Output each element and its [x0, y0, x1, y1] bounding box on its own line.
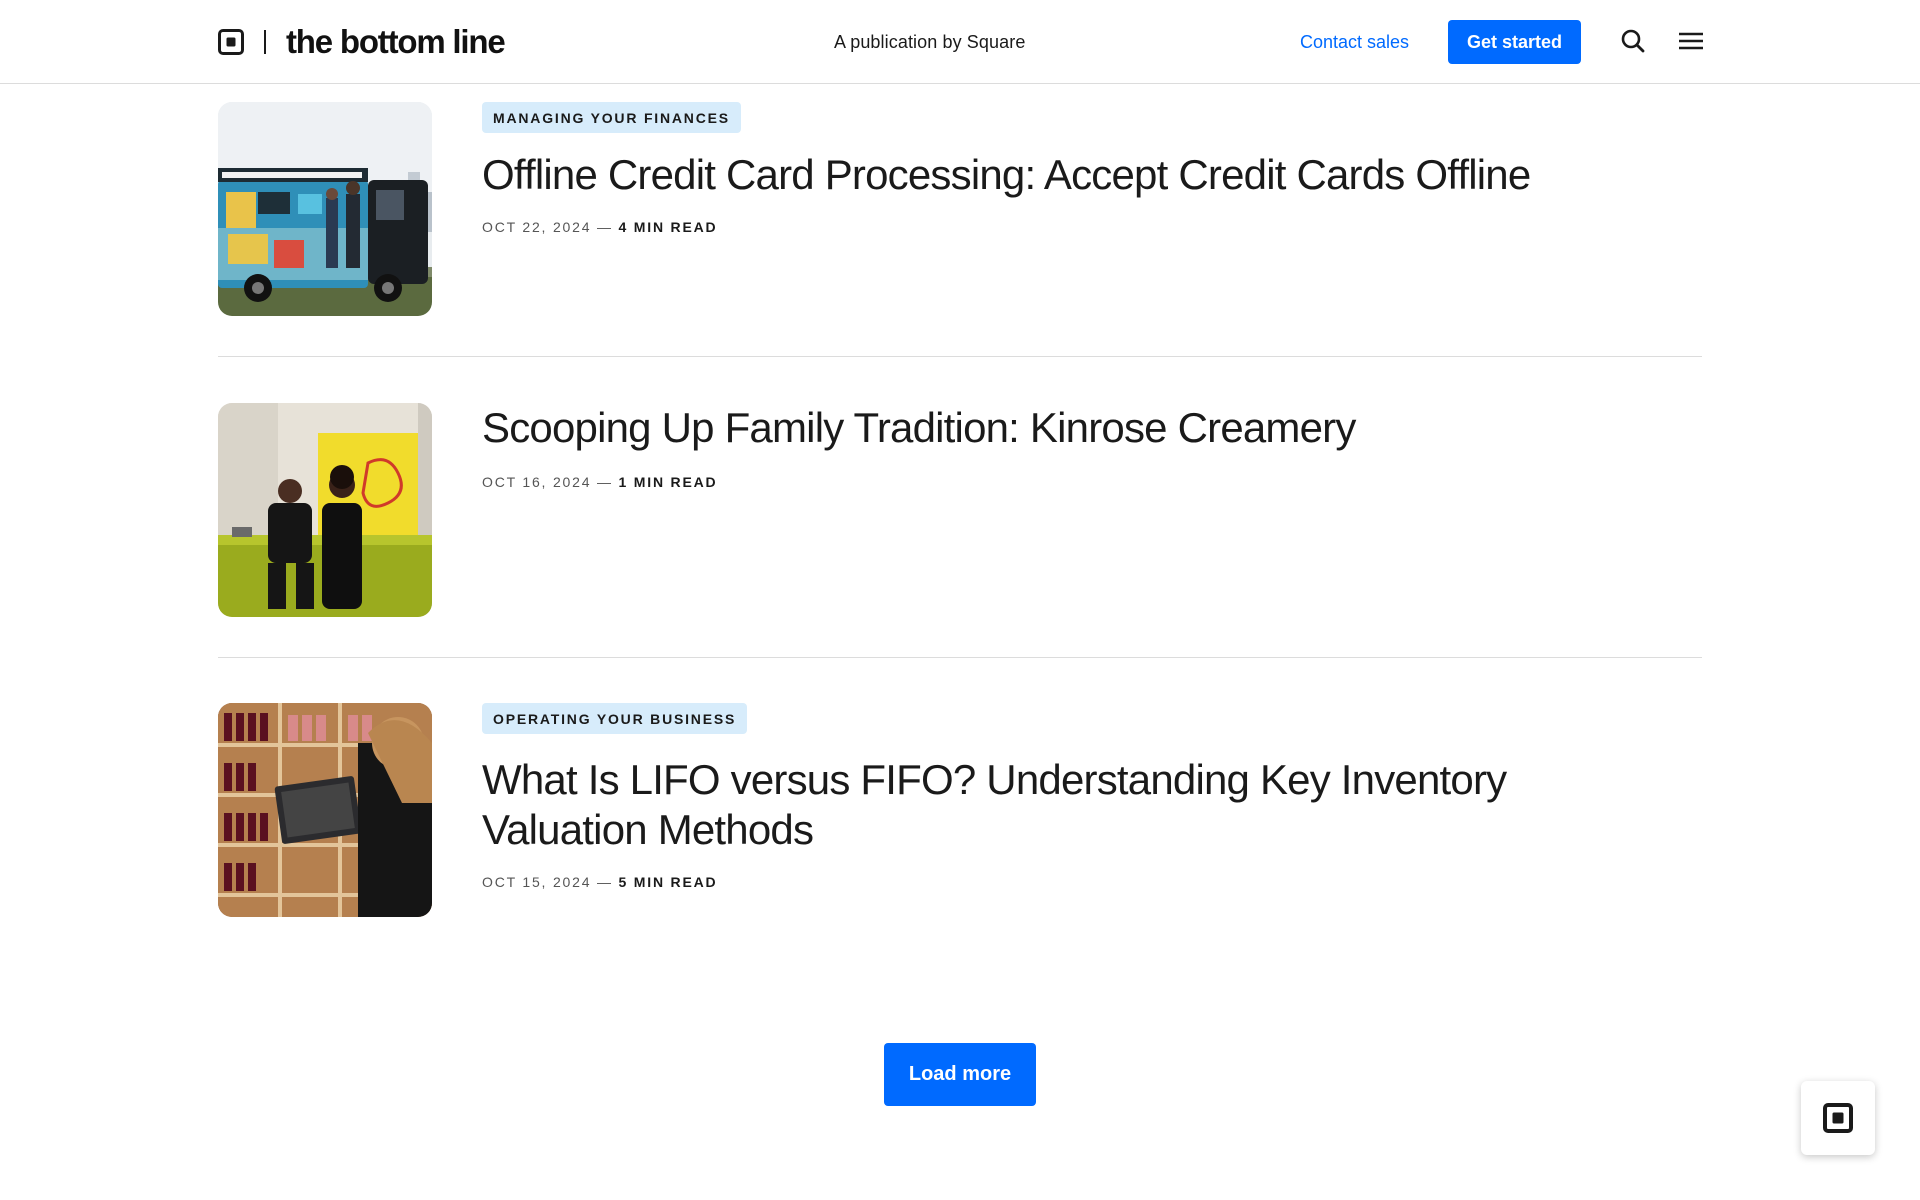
article-thumbnail-creamery[interactable]	[218, 403, 432, 617]
brand-name: the bottom line	[286, 23, 506, 60]
article-read-time: 4 MIN READ	[618, 219, 718, 235]
article-title[interactable]: What Is LIFO versus FIFO? Understanding …	[482, 755, 1682, 855]
load-more-button[interactable]: Load more	[884, 1043, 1036, 1106]
article-meta: OCT 22, 2024 — 4 MIN READ	[482, 219, 1682, 235]
article-date: OCT 16, 2024	[482, 474, 592, 490]
article-title[interactable]: Scooping Up Family Tradition: Kinrose Cr…	[482, 403, 1682, 453]
contact-sales-link[interactable]: Contact sales	[1300, 32, 1409, 53]
creamery-owners-photo	[218, 403, 432, 617]
article-thumbnail-wine-shop[interactable]	[218, 703, 432, 917]
article-content: OPERATING YOUR BUSINESS What Is LIFO ver…	[482, 703, 1682, 890]
article-thumbnail-food-truck[interactable]	[218, 102, 432, 316]
article-category-tag[interactable]: MANAGING YOUR FINANCES	[482, 102, 741, 133]
article-date: OCT 15, 2024	[482, 874, 592, 890]
hamburger-menu-icon	[1679, 32, 1703, 50]
square-logo-icon	[1823, 1103, 1853, 1133]
article-date: OCT 22, 2024	[482, 219, 592, 235]
food-truck-photo	[218, 102, 432, 316]
article-divider	[218, 356, 1702, 357]
brand-home-link[interactable]: the bottom line	[218, 23, 506, 60]
meta-separator: —	[597, 219, 613, 235]
square-widget-button[interactable]	[1801, 1081, 1875, 1155]
search-button[interactable]	[1618, 26, 1648, 56]
wine-shop-laptop-photo	[218, 703, 432, 917]
search-icon	[1621, 29, 1645, 53]
article-read-time: 1 MIN READ	[618, 474, 718, 490]
publication-tagline: A publication by Square	[834, 32, 1026, 52]
article-title-line: What Is LIFO versus FIFO? Understanding …	[482, 756, 1507, 803]
article-card[interactable]: Scooping Up Family Tradition: Kinrose Cr…	[218, 403, 1702, 617]
article-meta: OCT 15, 2024 — 5 MIN READ	[482, 874, 1682, 890]
article-card[interactable]: OPERATING YOUR BUSINESS What Is LIFO ver…	[218, 703, 1702, 917]
article-content: Scooping Up Family Tradition: Kinrose Cr…	[482, 403, 1682, 490]
article-title[interactable]: Offline Credit Card Processing: Accept C…	[482, 150, 1682, 200]
article-title-line: Valuation Methods	[482, 806, 814, 853]
article-meta: OCT 16, 2024 — 1 MIN READ	[482, 474, 1682, 490]
menu-button[interactable]	[1676, 26, 1706, 56]
brand-divider	[264, 30, 266, 54]
article-divider	[218, 657, 1702, 658]
article-read-time: 5 MIN READ	[618, 874, 718, 890]
get-started-button[interactable]: Get started	[1448, 20, 1581, 64]
site-header: the bottom line A publication by Square …	[0, 0, 1920, 84]
meta-separator: —	[597, 474, 613, 490]
article-category-tag[interactable]: OPERATING YOUR BUSINESS	[482, 703, 748, 734]
article-card[interactable]: MANAGING YOUR FINANCES Offline Credit Ca…	[218, 102, 1702, 316]
square-logo-icon	[218, 29, 244, 55]
meta-separator: —	[597, 874, 613, 890]
article-content: MANAGING YOUR FINANCES Offline Credit Ca…	[482, 102, 1682, 235]
